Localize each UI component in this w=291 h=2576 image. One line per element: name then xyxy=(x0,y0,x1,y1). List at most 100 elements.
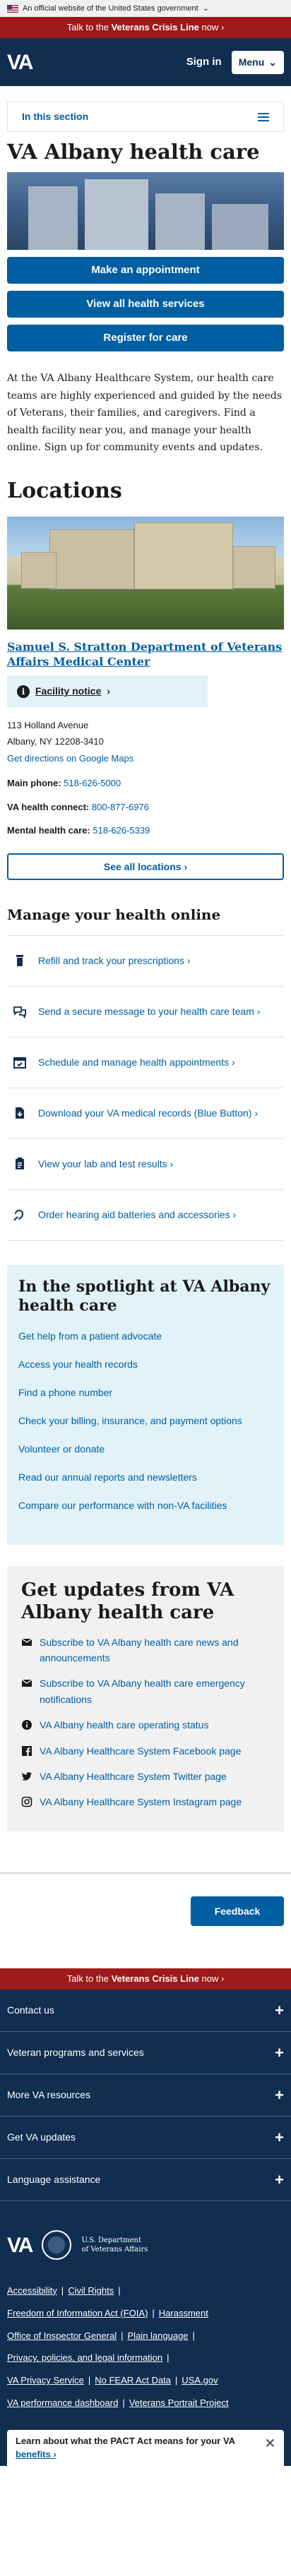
pact-act-text: Learn about what the PACT Act means for … xyxy=(16,2434,258,2462)
manage-item-label[interactable]: Schedule and manage health appointments … xyxy=(38,1055,235,1069)
close-icon[interactable]: ✕ xyxy=(265,2434,275,2453)
va-logo[interactable]: VA xyxy=(7,2229,33,2261)
directions-link[interactable]: Get directions on Google Maps xyxy=(7,750,284,766)
in-this-section-toggle[interactable]: In this section xyxy=(7,102,284,132)
feedback-button[interactable]: Feedback xyxy=(191,1896,284,1926)
footer-links: Accessibility | Civil Rights | Freedom of I… xyxy=(7,2285,229,2409)
manage-item-label[interactable]: Download your VA medical records (Blue B… xyxy=(38,1106,258,1120)
list-item[interactable]: Order hearing aid batteries and accessor… xyxy=(7,1190,284,1241)
register-for-care-button[interactable]: Register for care xyxy=(7,325,284,352)
crisis-line-banner[interactable]: Talk to the Veterans Crisis Line now › xyxy=(0,17,291,38)
plus-icon: + xyxy=(275,2043,284,2062)
see-all-locations-button[interactable]: See all locations › xyxy=(7,853,284,880)
performance-link[interactable]: VA performance dashboard xyxy=(7,2397,118,2408)
manage-item-label[interactable]: Order hearing aid batteries and accessor… xyxy=(38,1208,236,1222)
main-phone-label: Main phone: xyxy=(7,778,61,789)
calendar-icon xyxy=(13,1057,26,1069)
facility-name-link[interactable]: Samuel S. Stratton Department of Veteran… xyxy=(7,639,284,670)
spotlight-link[interactable]: Read our annual reports and newsletters xyxy=(18,1470,273,1485)
footer-accordion-resources[interactable]: More VA resources + xyxy=(0,2074,291,2117)
spotlight-link[interactable]: Find a phone number xyxy=(18,1385,273,1400)
footer-accordion-label: Get VA updates xyxy=(7,2131,76,2143)
accessibility-link[interactable]: Accessibility xyxy=(7,2285,57,2296)
manage-item-label[interactable]: View your lab and test results › xyxy=(38,1157,173,1171)
facility-notice-label[interactable]: Facility notice xyxy=(35,684,101,699)
civil-rights-link[interactable]: Civil Rights xyxy=(68,2285,114,2296)
chevron-right-icon: › xyxy=(107,685,111,697)
view-health-services-button[interactable]: View all health services xyxy=(7,291,284,318)
header-actions: Sign in Menu ⌄ xyxy=(186,50,284,74)
oig-link[interactable]: Office of Inspector General xyxy=(7,2330,117,2341)
chevron-right-icon: › xyxy=(220,1973,225,1984)
crisis-line-suffix: now xyxy=(198,22,219,32)
facebook-link[interactable]: VA Albany Healthcare System Facebook pag… xyxy=(40,1743,241,1759)
no-fear-link[interactable]: No FEAR Act Data xyxy=(95,2375,171,2385)
chevron-down-icon[interactable]: ⌄ xyxy=(203,3,209,15)
spotlight-link[interactable]: Access your health records xyxy=(18,1357,273,1372)
manage-item-label[interactable]: Send a secure message to your health car… xyxy=(38,1004,260,1018)
list-item: Subscribe to VA Albany health care news … xyxy=(21,1635,270,1666)
department-line-2: of Veterans Affairs xyxy=(81,2246,148,2254)
privacy-link[interactable]: Privacy, policies, and legal information xyxy=(7,2352,162,2363)
info-icon: i xyxy=(17,685,30,698)
main-phone-link[interactable]: 518-626-5000 xyxy=(64,778,121,788)
spotlight-section: In the spotlight at VA Albany health car… xyxy=(7,1264,284,1545)
pact-banner-wrap: Learn about what the PACT Act means for … xyxy=(0,2429,291,2466)
mental-health-link[interactable]: 518-626-5339 xyxy=(93,825,150,836)
emergency-subscribe-link[interactable]: Subscribe to VA Albany health care emerg… xyxy=(40,1675,270,1707)
footer-accordion-label: Language assistance xyxy=(7,2173,101,2185)
footer-accordion-updates[interactable]: Get VA updates + xyxy=(0,2117,291,2159)
updates-section: Get updates from VA Albany health care S… xyxy=(7,1565,284,1831)
gov-banner-text: An official website of the United States… xyxy=(23,4,198,13)
main-phone-row: Main phone: 518-626-5000 xyxy=(7,776,284,790)
usa-gov-link[interactable]: USA.gov xyxy=(182,2375,218,2385)
health-connect-label: VA health connect: xyxy=(7,801,90,812)
va-privacy-link[interactable]: VA Privacy Service xyxy=(7,2375,84,2385)
pact-act-link[interactable]: benefits › xyxy=(16,2449,57,2460)
list-item[interactable]: View your lab and test results › xyxy=(7,1139,284,1190)
health-connect-link[interactable]: 800-877-6976 xyxy=(92,802,149,812)
sign-in-button[interactable]: Sign in xyxy=(186,54,222,71)
list-item[interactable]: Schedule and manage health appointments … xyxy=(7,1037,284,1088)
va-logo[interactable]: VA xyxy=(7,47,33,78)
mental-health-row: Mental health care: 518-626-5339 xyxy=(7,824,284,838)
operating-status-link[interactable]: VA Albany health care operating status xyxy=(40,1717,208,1733)
facebook-icon xyxy=(22,1745,32,1756)
spotlight-heading: In the spotlight at VA Albany health car… xyxy=(18,1277,271,1316)
menu-button[interactable]: Menu ⌄ xyxy=(231,50,284,74)
footer-accordion-language[interactable]: Language assistance + xyxy=(0,2159,291,2201)
footer-accordion-label: Veteran programs and services xyxy=(7,2046,144,2058)
spotlight-link[interactable]: Compare our performance with non-VA faci… xyxy=(18,1498,273,1513)
list-item[interactable]: Download your VA medical records (Blue B… xyxy=(7,1088,284,1139)
footer-accordion-programs[interactable]: Veteran programs and services + xyxy=(0,2032,291,2074)
crisis-line-prefix: Talk to the xyxy=(66,1973,112,1984)
crisis-line-emphasis: Veterans Crisis Line xyxy=(111,1973,199,1984)
harassment-link[interactable]: Harassment xyxy=(159,2308,208,2318)
news-subscribe-link[interactable]: Subscribe to VA Albany health care news … xyxy=(40,1635,270,1666)
hearing-aid-icon xyxy=(13,1210,24,1221)
info-circle-icon xyxy=(22,1720,32,1731)
crisis-line-prefix: Talk to the xyxy=(66,22,112,32)
plain-language-link[interactable]: Plain language xyxy=(128,2330,189,2341)
make-appointment-button[interactable]: Make an appointment xyxy=(7,257,284,284)
locations-heading: Locations xyxy=(7,478,122,503)
list-item[interactable]: Refill and track your prescriptions › xyxy=(7,936,284,987)
spotlight-link[interactable]: Volunteer or donate xyxy=(18,1442,273,1457)
mental-health-label: Mental health care: xyxy=(7,825,90,836)
twitter-icon xyxy=(21,1772,32,1781)
instagram-link[interactable]: VA Albany Healthcare System Instagram pa… xyxy=(40,1794,242,1810)
portrait-link[interactable]: Veterans Portrait Project xyxy=(129,2397,229,2408)
intro-text: At the VA Albany Healthcare System, our … xyxy=(7,373,283,454)
spotlight-link[interactable]: Check your billing, insurance, and payme… xyxy=(18,1414,273,1428)
footer-logos: VA U.S. Department of Veterans Affairs xyxy=(0,2201,291,2280)
spotlight-link[interactable]: Get help from a patient advocate xyxy=(18,1329,273,1344)
footer-accordion-contact[interactable]: Contact us + xyxy=(0,1990,291,2032)
gov-banner[interactable]: An official website of the United States… xyxy=(0,0,291,17)
twitter-link[interactable]: VA Albany Healthcare System Twitter page xyxy=(40,1769,227,1784)
plus-icon: + xyxy=(275,2001,284,2019)
manage-item-label[interactable]: Refill and track your prescriptions › xyxy=(38,953,191,968)
list-item[interactable]: Send a secure message to your health car… xyxy=(7,987,284,1037)
facility-notice[interactable]: i Facility notice › xyxy=(7,675,208,708)
footer-crisis-line-banner[interactable]: Talk to the Veterans Crisis Line now › xyxy=(0,1968,291,1990)
foia-link[interactable]: Freedom of Information Act (FOIA) xyxy=(7,2308,148,2318)
